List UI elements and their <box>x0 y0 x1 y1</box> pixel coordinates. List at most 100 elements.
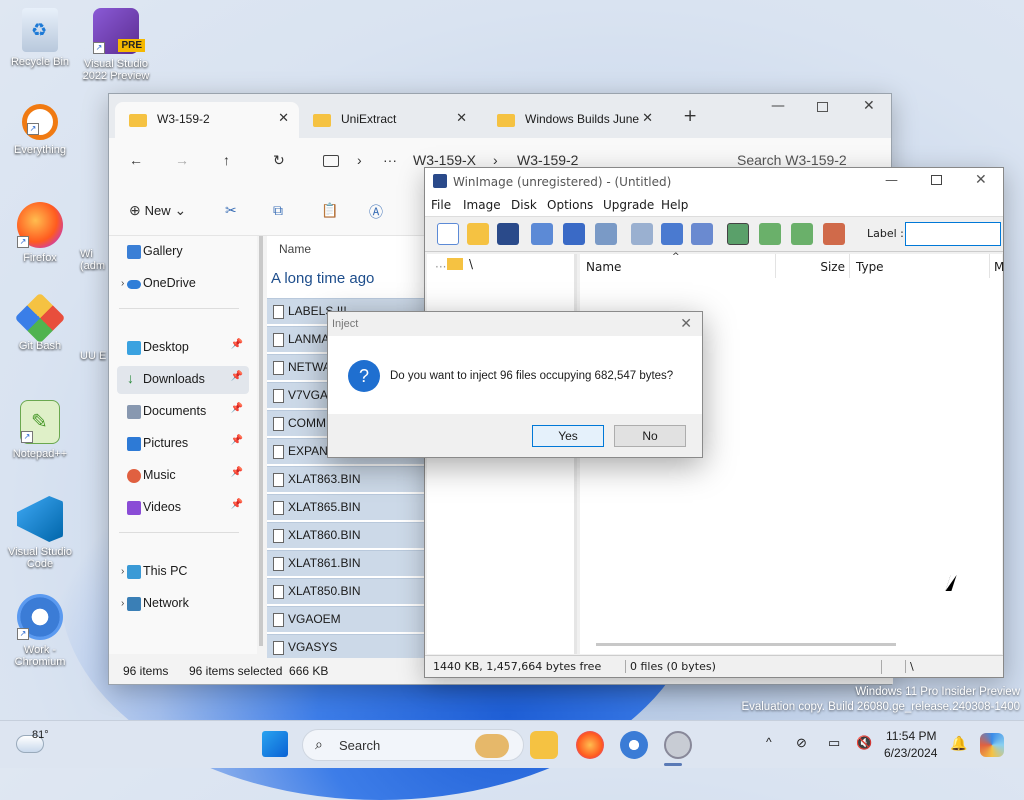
new-file-icon[interactable] <box>437 223 459 245</box>
copilot-icon[interactable] <box>980 733 1004 757</box>
nav-desktop[interactable]: Desktop 📌 <box>117 334 249 362</box>
rename-icon[interactable]: Ⓐ <box>369 202 383 222</box>
cut-icon[interactable]: ✂ <box>225 202 237 219</box>
close-window-icon[interactable]: ✕ <box>975 172 987 188</box>
desktop-icon-everything[interactable]: ↗ Everything <box>2 104 78 156</box>
pin-icon[interactable]: 📌 <box>231 435 243 446</box>
speaker-muted-icon[interactable]: 🔇 <box>856 735 872 751</box>
sort-type-icon[interactable] <box>759 223 781 245</box>
chromium-taskbar-icon[interactable] <box>620 731 648 759</box>
inject-icon[interactable] <box>563 223 585 245</box>
weather-temp[interactable]: 81° <box>32 729 49 741</box>
close-tab-icon[interactable]: ✕ <box>642 110 653 126</box>
column-header-name[interactable]: Name <box>279 242 311 256</box>
horizontal-scrollbar[interactable] <box>596 643 896 646</box>
network-off-icon[interactable]: ⊘ <box>796 735 807 751</box>
clock-time[interactable]: 11:54 PM <box>886 729 936 743</box>
close-tab-icon[interactable]: ✕ <box>278 110 289 126</box>
file-row[interactable]: VGAOEM <box>267 606 427 632</box>
tree-root[interactable]: \ <box>469 257 473 271</box>
up-arrow-icon[interactable]: ↑ <box>223 152 230 168</box>
maximize-icon[interactable] <box>817 102 828 112</box>
column-header-modified[interactable]: M <box>994 254 1004 278</box>
nav-this-pc[interactable]: This PC <box>117 558 249 586</box>
desktop-icon-recycle-bin[interactable]: ♻ Recycle Bin <box>2 8 78 68</box>
close-tab-icon[interactable]: ✕ <box>456 110 467 126</box>
firefox-taskbar-icon[interactable] <box>576 731 604 759</box>
minimize-icon[interactable]: — <box>771 98 785 114</box>
file-row[interactable]: XLAT863.BIN <box>267 466 427 492</box>
taskbar-search-box[interactable]: ⌕ Search <box>302 729 524 761</box>
desktop-icon-notepad-plus[interactable]: ✎ ↗ Notepad++ <box>2 400 78 460</box>
pin-icon[interactable]: 📌 <box>231 499 243 510</box>
tab-uniextract[interactable]: UniExtract ✕ <box>299 102 477 138</box>
menu-options[interactable]: Options <box>547 198 593 212</box>
file-row[interactable]: XLAT860.BIN <box>267 522 427 548</box>
nav-scrollbar[interactable] <box>259 236 263 646</box>
start-windows-icon[interactable] <box>262 731 288 757</box>
menu-upgrade[interactable]: Upgrade <box>603 198 654 212</box>
menu-file[interactable]: File <box>431 198 451 212</box>
maximize-icon[interactable] <box>931 175 942 185</box>
extract-icon[interactable] <box>531 223 553 245</box>
yes-button[interactable]: Yes <box>532 425 604 447</box>
sort-date-icon[interactable] <box>823 223 845 245</box>
pin-icon[interactable]: 📌 <box>231 403 243 414</box>
desktop-icon-vscode[interactable]: Visual Studio Code <box>2 496 78 570</box>
desktop-icon-partial[interactable]: Wi (adm <box>80 248 108 272</box>
breadcrumb-more[interactable]: ··· <box>383 152 397 168</box>
tab-w3-159-2[interactable]: W3-159-2 ✕ <box>115 102 299 138</box>
breadcrumb-item[interactable]: W3-159-X <box>413 152 476 168</box>
menu-image[interactable]: Image <box>463 198 501 212</box>
nav-onedrive[interactable]: OneDrive <box>117 270 249 298</box>
read-disk-icon[interactable] <box>631 223 653 245</box>
file-explorer-taskbar-icon[interactable] <box>530 731 558 759</box>
chevron-up-icon[interactable]: ^ <box>766 735 772 749</box>
clock-date[interactable]: 6/23/2024 <box>884 746 937 760</box>
no-button[interactable]: No <box>614 425 686 447</box>
file-row[interactable]: VGASYS <box>267 634 427 660</box>
minimize-icon[interactable]: — <box>885 173 898 188</box>
nav-pictures[interactable]: Pictures 📌 <box>117 430 249 458</box>
pin-icon[interactable]: 📌 <box>231 467 243 478</box>
notification-bell-icon[interactable]: 🔔 <box>950 735 967 752</box>
search-input[interactable]: Search W3-159-2 <box>737 152 847 168</box>
new-tab-button[interactable]: + <box>683 106 697 126</box>
nav-downloads[interactable]: ↓ Downloads 📌 <box>117 366 249 394</box>
pin-icon[interactable]: 📌 <box>231 339 243 350</box>
check-disk-icon[interactable] <box>691 223 713 245</box>
desktop-icon-chromium[interactable]: ↗ Work - Chromium <box>2 594 78 668</box>
winimage-taskbar-icon[interactable] <box>664 731 692 759</box>
write-disk-icon[interactable] <box>661 223 683 245</box>
this-pc-icon[interactable] <box>323 155 339 167</box>
nav-gallery[interactable]: Gallery <box>117 238 249 266</box>
paste-icon[interactable]: 📋 <box>321 202 338 219</box>
new-button[interactable]: ⊕ New ⌄ <box>129 202 186 219</box>
group-header[interactable]: A long time ago <box>271 270 374 287</box>
nav-videos[interactable]: Videos 📌 <box>117 494 249 522</box>
copy-icon[interactable]: ⧉ <box>273 202 283 219</box>
nav-network[interactable]: Network <box>117 590 249 618</box>
file-row[interactable]: XLAT865.BIN <box>267 494 427 520</box>
file-row[interactable]: XLAT850.BIN <box>267 578 427 604</box>
display-icon[interactable]: ▭ <box>828 735 840 751</box>
desktop-icon-partial[interactable]: UU E <box>80 350 108 362</box>
column-header-size[interactable]: Size <box>776 254 850 278</box>
desktop-icon-vs2022[interactable]: PRE ↗ Visual Studio 2022 Preview <box>78 8 154 82</box>
nav-documents[interactable]: Documents 📌 <box>117 398 249 426</box>
nav-music[interactable]: Music 📌 <box>117 462 249 490</box>
open-folder-icon[interactable] <box>467 223 489 245</box>
desktop-icon-firefox[interactable]: ↗ Firefox <box>2 202 78 264</box>
close-window-icon[interactable]: ✕ <box>863 98 875 114</box>
sort-name-icon[interactable] <box>727 223 749 245</box>
file-row[interactable]: XLAT861.BIN <box>267 550 427 576</box>
back-arrow-icon[interactable]: ← <box>129 152 143 168</box>
disk-icon[interactable] <box>595 223 617 245</box>
forward-arrow-icon[interactable]: → <box>175 152 189 168</box>
close-dialog-icon[interactable]: ✕ <box>680 315 692 332</box>
sort-size-icon[interactable] <box>791 223 813 245</box>
menu-disk[interactable]: Disk <box>511 198 537 212</box>
refresh-icon[interactable]: ↻ <box>273 152 285 169</box>
column-header-type[interactable]: Type <box>850 254 990 278</box>
desktop-icon-git-bash[interactable]: Git Bash <box>2 292 78 352</box>
